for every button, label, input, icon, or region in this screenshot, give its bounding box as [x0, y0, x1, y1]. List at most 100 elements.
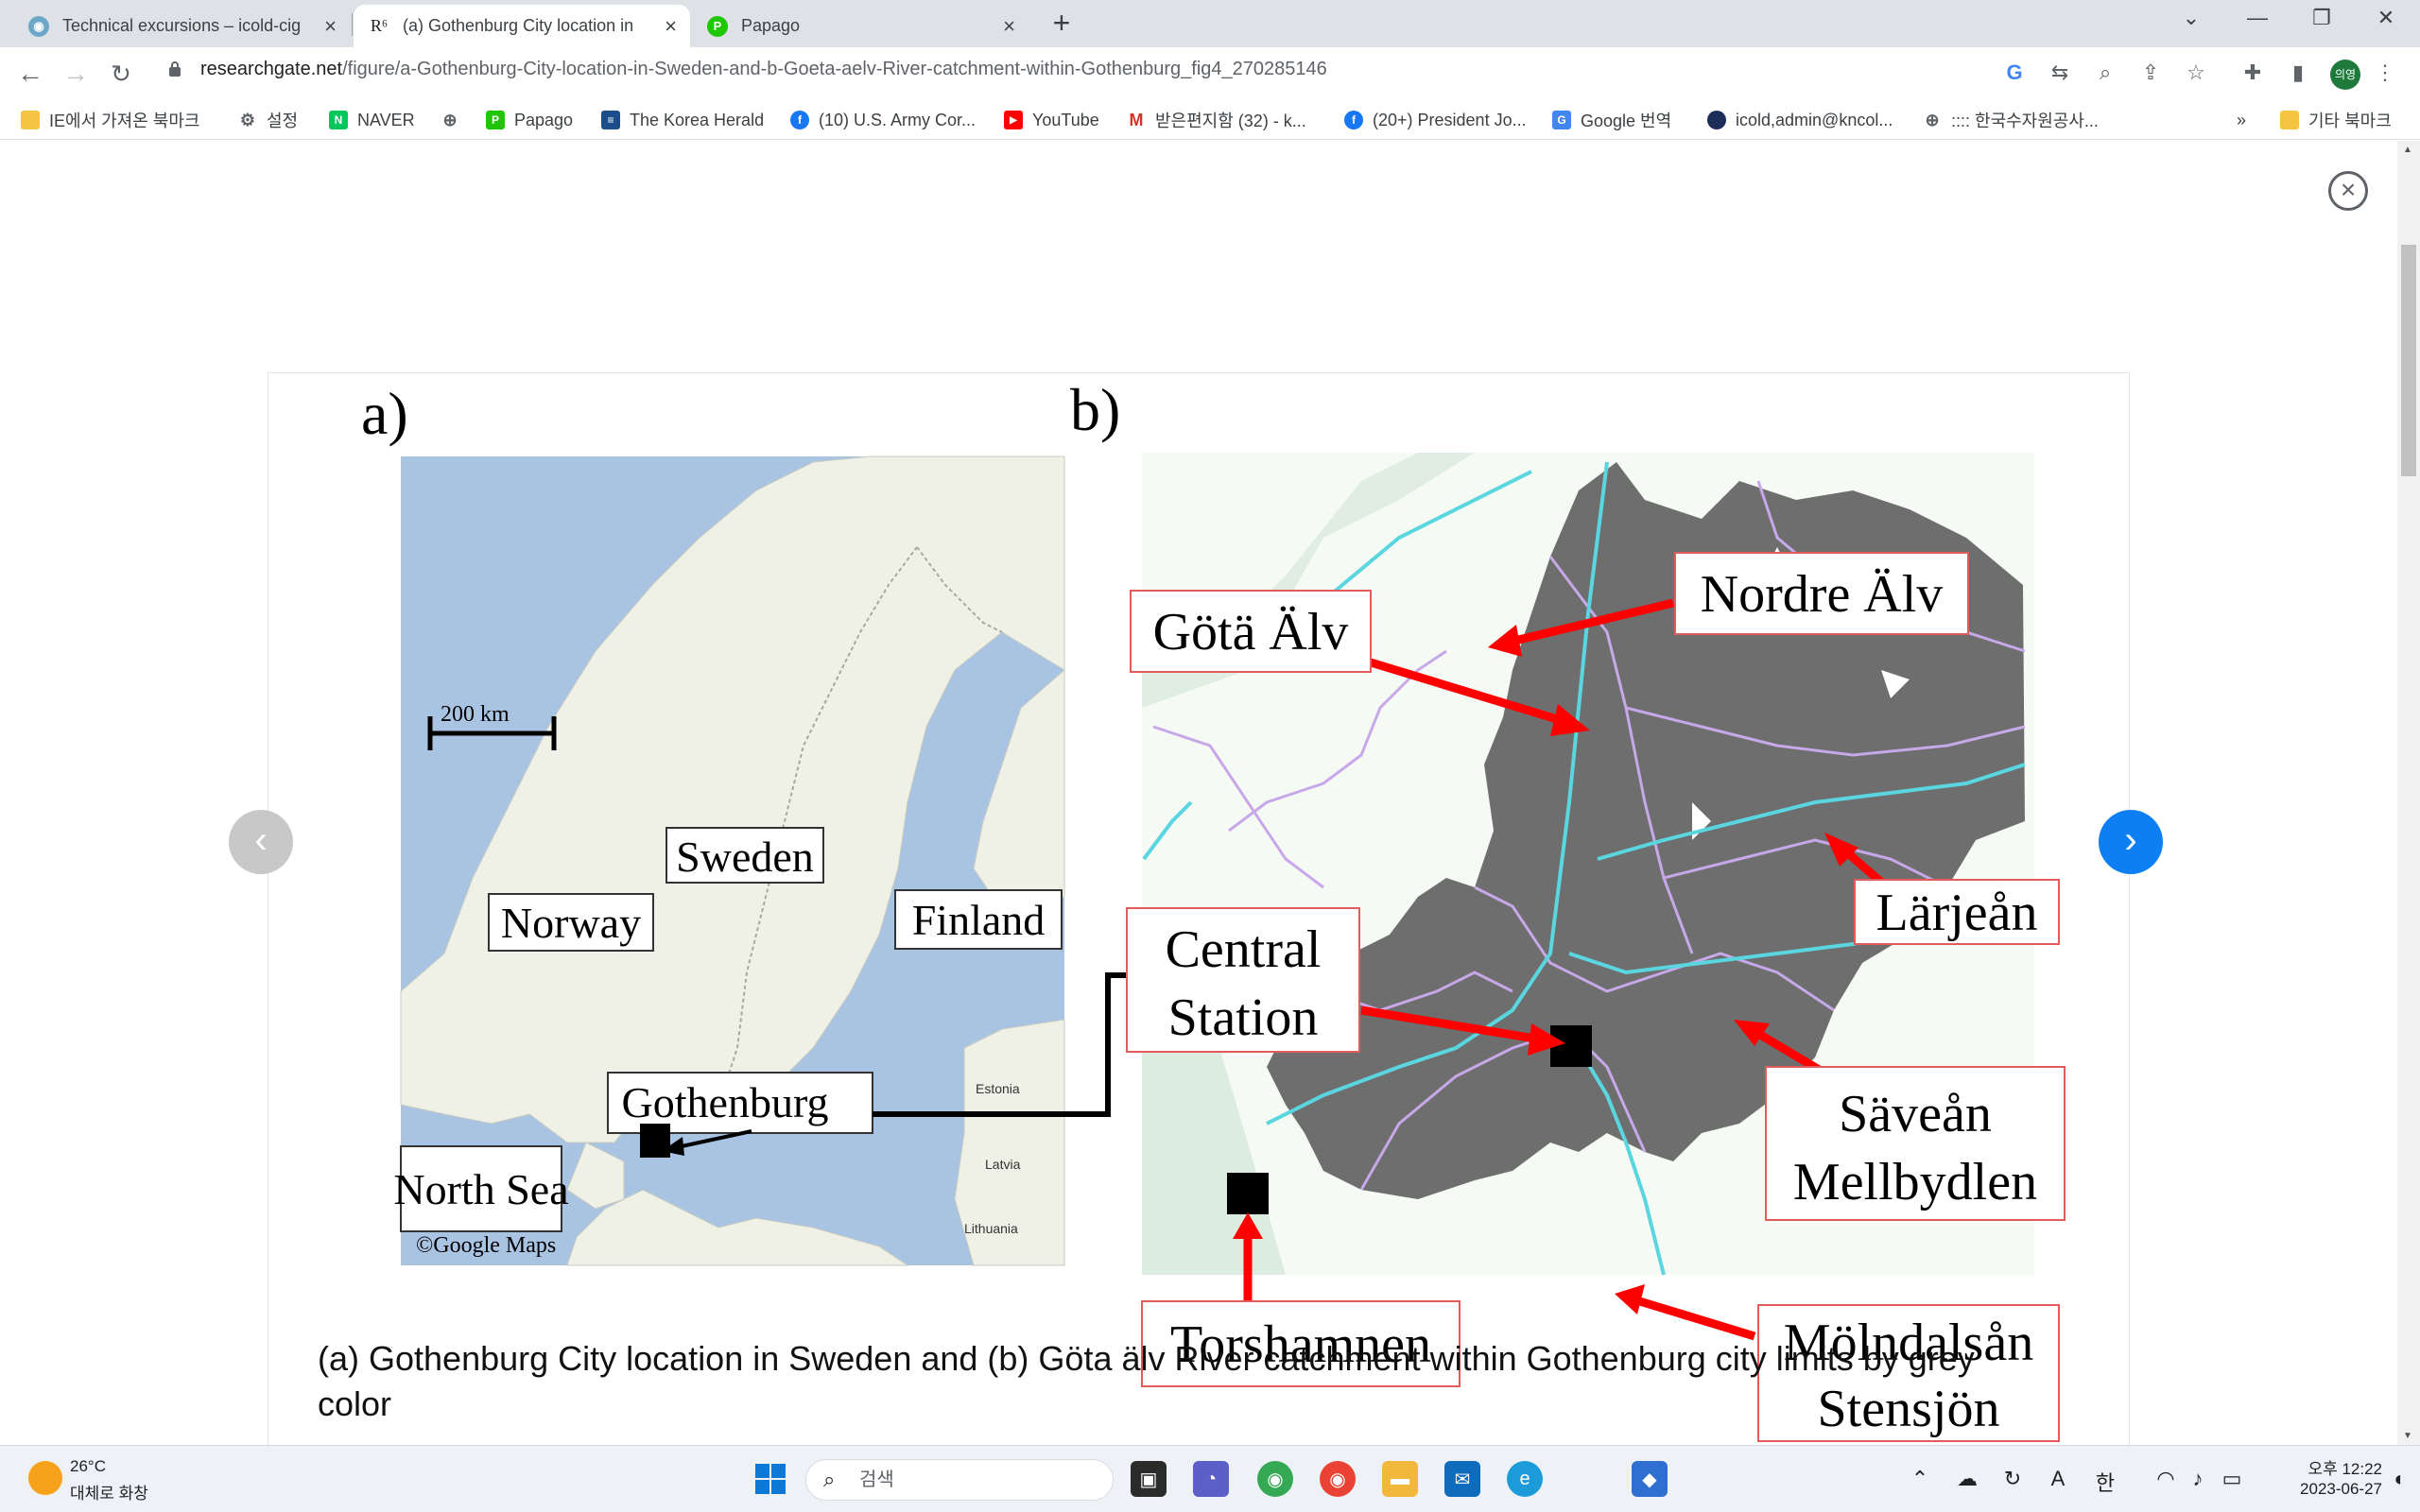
zoom-icon[interactable]: ⌕: [2093, 60, 2118, 85]
gear-icon: ⚙: [239, 110, 256, 129]
bookmark-label: The Korea Herald: [630, 110, 765, 129]
menu-icon[interactable]: ⋮: [2373, 60, 2397, 85]
new-tab-button[interactable]: +: [1047, 8, 1076, 40]
back-button[interactable]: ←: [13, 57, 47, 91]
youtube-icon: ▶: [1004, 111, 1023, 129]
weather-temperature[interactable]: 26°C: [70, 1457, 106, 1476]
file-explorer-icon[interactable]: ▬: [1382, 1461, 1418, 1497]
tab-title: Papago: [741, 16, 801, 35]
scroll-down-arrow-icon[interactable]: ▼: [2403, 1431, 2412, 1441]
clock-date[interactable]: 2023-06-27: [2269, 1480, 2382, 1499]
address-bar[interactable]: researchgate.net/figure/a-Gothenburg-Cit…: [200, 59, 1327, 80]
chrome-icon[interactable]: ◉: [1320, 1461, 1356, 1497]
ime-hangul-icon[interactable]: 한: [2091, 1467, 2119, 1497]
bookmark-gmail[interactable]: M 받은편지함 (32) - k...: [1127, 108, 1306, 132]
tab-separator: [352, 13, 353, 36]
scrollbar-thumb[interactable]: [2401, 245, 2416, 476]
sync-icon[interactable]: ↻: [1998, 1467, 2027, 1491]
icold-logo-icon: ◉: [28, 15, 49, 37]
volume-icon[interactable]: ♪: [2184, 1467, 2212, 1491]
tab-papago[interactable]: P Papago ×: [692, 5, 1028, 47]
clock-time[interactable]: 오후 12:22: [2269, 1455, 2382, 1479]
notification-icon[interactable]: ◐: [2386, 1467, 2414, 1491]
task-view-icon[interactable]: ▣: [1131, 1461, 1167, 1497]
close-tab-icon[interactable]: ×: [1003, 14, 1015, 39]
overflow-chevron-icon: »: [2237, 110, 2247, 129]
folder-icon: [2280, 111, 2299, 129]
ime-mode-icon[interactable]: A: [2044, 1467, 2072, 1491]
taskbar-search[interactable]: ⌕ 검색: [805, 1459, 1114, 1501]
globe-icon: ⊕: [442, 110, 458, 129]
battery-icon[interactable]: ▭: [2218, 1467, 2246, 1491]
side-panel-icon[interactable]: ▮: [2286, 60, 2310, 85]
onedrive-icon[interactable]: ☁: [1953, 1467, 1981, 1491]
bookmark-kncold[interactable]: icold,admin@kncol...: [1707, 108, 1893, 132]
north-sea-label: North Sea: [393, 1165, 568, 1213]
wifi-icon[interactable]: ◠: [2152, 1467, 2180, 1491]
bookmark-label: (10) U.S. Army Cor...: [819, 110, 977, 129]
tab-title: (a) Gothenburg City location in: [403, 16, 634, 35]
gmail-icon: M: [1129, 110, 1144, 129]
lock-icon: [169, 61, 181, 77]
forward-button[interactable]: →: [59, 57, 93, 91]
bookmark-google-translate[interactable]: G Google 번역: [1552, 108, 1671, 132]
minimize-button[interactable]: —: [2238, 6, 2276, 30]
bookmark-star-icon[interactable]: ☆: [2184, 60, 2208, 85]
bookmark-us-army-corps[interactable]: f (10) U.S. Army Cor...: [790, 108, 976, 132]
teams-chat-icon[interactable]: ◔: [1193, 1461, 1229, 1497]
bookmark-other-folder[interactable]: 기타 북마크: [2280, 108, 2392, 132]
bookmark-youtube[interactable]: ▶ YouTube: [1004, 108, 1099, 132]
show-hidden-icons-chevron[interactable]: ⌃: [1906, 1467, 1934, 1491]
next-figure-button[interactable]: ›: [2099, 810, 2163, 874]
bookmark-naver[interactable]: N NAVER: [329, 108, 415, 132]
tab-technical-excursions[interactable]: ◉ Technical excursions – icold-cig ×: [13, 5, 350, 47]
bookmark-label: icold,admin@kncol...: [1736, 110, 1893, 129]
weather-description[interactable]: 대체로 화창: [70, 1480, 148, 1503]
bookmark-korea-herald[interactable]: ≡ The Korea Herald: [601, 108, 764, 132]
bookmark-label: 받은편지함 (32) - k...: [1155, 112, 1306, 130]
reload-button[interactable]: ↻: [104, 57, 138, 91]
scroll-up-arrow-icon[interactable]: ▲: [2403, 145, 2412, 155]
tab-researchgate[interactable]: R⁶ (a) Gothenburg City location in ×: [354, 5, 690, 47]
papago-icon: P: [707, 15, 728, 37]
previous-figure-button[interactable]: ‹: [229, 810, 293, 874]
extensions-icon[interactable]: ✚: [2240, 60, 2265, 85]
taskbar: 26°C 대체로 화창 ⌕ 검색 ▣ ◔ ◉ ◉ ▬ ✉ e ◆ ⌃ ☁ ↻ A …: [0, 1445, 2420, 1512]
finland-label: Finland: [912, 896, 1046, 944]
norway-label: Norway: [501, 899, 641, 947]
tab-search-chevron-icon[interactable]: ⌄: [2172, 6, 2210, 30]
tab-title: Technical excursions – icold-cig: [62, 16, 302, 35]
edge-icon[interactable]: e: [1507, 1461, 1543, 1497]
bookmarks-overflow-button[interactable]: »: [2237, 108, 2246, 132]
share-icon[interactable]: ⇪: [2138, 60, 2163, 85]
bookmark-globe[interactable]: ⊕: [441, 108, 469, 132]
bookmark-kwater[interactable]: ⊕:::: 한국수자원공사...: [1923, 108, 2098, 132]
chrome-profile-icon[interactable]: ◉: [1257, 1461, 1293, 1497]
bookmark-label: IE에서 가져온 북마크: [49, 112, 200, 130]
weather-sun-icon[interactable]: [28, 1461, 62, 1495]
sweden-label: Sweden: [676, 833, 814, 881]
page-scrollbar[interactable]: ▲ ▼: [2397, 141, 2420, 1445]
gota-alv-label: Götä Älv: [1153, 603, 1349, 662]
close-tab-icon[interactable]: ×: [324, 14, 337, 39]
search-placeholder: 검색: [859, 1469, 894, 1490]
start-button[interactable]: [752, 1461, 788, 1497]
google-lens-icon[interactable]: G: [2002, 60, 2027, 85]
bookmark-ie-folder[interactable]: IE에서 가져온 북마크: [21, 108, 200, 132]
search-icon: ⌕: [823, 1468, 836, 1491]
savean-label: Säveån: [1839, 1085, 1992, 1143]
bookmark-papago[interactable]: P Papago: [486, 108, 573, 132]
bookmark-settings[interactable]: ⚙ 설정: [238, 108, 298, 132]
close-window-button[interactable]: ✕: [2367, 6, 2405, 30]
profile-avatar[interactable]: 의영: [2330, 60, 2360, 90]
translate-icon[interactable]: ⇆: [2048, 60, 2072, 85]
app-icon[interactable]: ◆: [1632, 1461, 1668, 1497]
folder-icon: [21, 111, 40, 129]
close-tab-icon[interactable]: ×: [665, 14, 677, 39]
bookmark-label: 설정: [267, 112, 299, 130]
mail-icon[interactable]: ✉: [1444, 1461, 1480, 1497]
estonia-label: Estonia: [976, 1081, 1020, 1096]
restore-button[interactable]: ❐: [2303, 6, 2341, 30]
bookmark-president[interactable]: f (20+) President Jo...: [1344, 108, 1527, 132]
papago-icon: P: [486, 111, 505, 129]
